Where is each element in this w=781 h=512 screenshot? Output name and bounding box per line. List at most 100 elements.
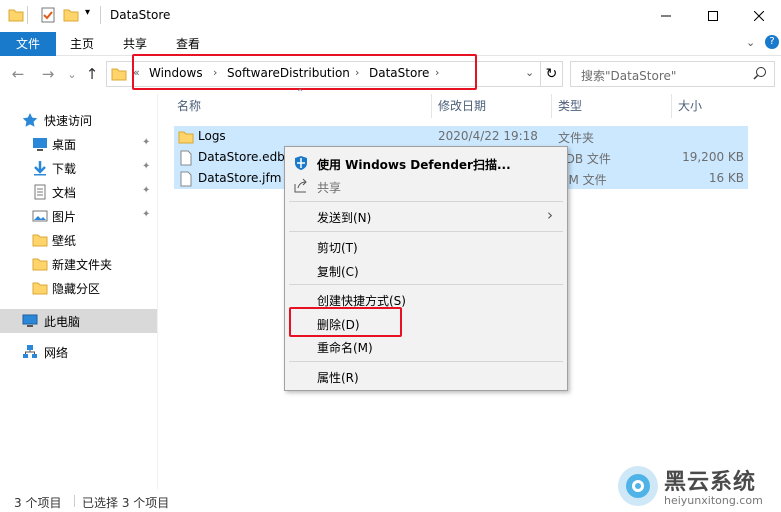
help-icon[interactable]: ? <box>765 35 779 49</box>
menu-item-share[interactable]: 共享 <box>317 179 341 196</box>
folder-icon <box>8 7 24 23</box>
column-header-type[interactable]: 类型 <box>558 94 582 118</box>
watermark-logo-icon <box>618 466 658 506</box>
up-button[interactable]: ↑ <box>82 62 102 86</box>
file-name: DataStore.edb <box>198 150 285 164</box>
delete-highlight-box <box>289 307 402 337</box>
file-icon <box>178 150 194 169</box>
maximize-button[interactable] <box>690 0 736 32</box>
sidebar-item-label: 文档 <box>52 186 77 200</box>
sidebar-item-downloads[interactable]: 下载 ✦ <box>0 156 157 180</box>
sidebar-item-label: 新建文件夹 <box>52 258 113 272</box>
tab-view[interactable]: 查看 <box>164 32 212 56</box>
search-icon[interactable] <box>753 66 767 83</box>
file-date: 2020/4/22 19:18 <box>438 129 538 143</box>
pane-divider <box>157 94 158 489</box>
sidebar-item-quick-access[interactable]: 快速访问 <box>0 108 157 132</box>
computer-icon <box>22 313 38 329</box>
recent-locations-button[interactable]: ⌄ <box>62 62 82 86</box>
download-icon <box>32 160 48 176</box>
tab-file[interactable]: 文件 <box>0 32 56 56</box>
tab-share[interactable]: 共享 <box>111 32 159 56</box>
ribbon-tabs: 文件 主页 共享 查看 ⌄ ? <box>0 32 781 56</box>
column-header-size[interactable]: 大小 <box>678 94 702 118</box>
file-size: 19,200 KB <box>682 150 744 164</box>
search-input[interactable]: 搜索"DataStore" <box>581 67 676 84</box>
menu-separator <box>289 284 563 285</box>
pin-icon: ✦ <box>142 137 151 148</box>
file-type: 文件夹 <box>558 131 595 145</box>
menu-separator <box>289 201 563 202</box>
desktop-icon <box>32 136 48 152</box>
divider <box>27 6 28 24</box>
column-header-date[interactable]: 修改日期 <box>438 94 486 118</box>
folder-icon <box>178 129 194 148</box>
sidebar-item-pictures[interactable]: 图片 ✦ <box>0 204 157 228</box>
sidebar-item-desktop[interactable]: 桌面 ✦ <box>0 132 157 156</box>
item-count: 3 个项目 <box>14 496 62 510</box>
file-name: DataStore.jfm <box>198 171 282 185</box>
file-name: Logs <box>198 129 226 143</box>
address-highlight-box <box>132 54 477 90</box>
context-menu: 使用 Windows Defender扫描... 共享 发送到(N) › 剪切(… <box>284 146 568 391</box>
network-icon <box>22 344 38 360</box>
sidebar-item-documents[interactable]: 文档 ✦ <box>0 180 157 204</box>
pin-icon: ✦ <box>142 161 151 172</box>
column-header-name[interactable]: 名称 <box>177 94 201 118</box>
sidebar-item-network[interactable]: 网络 <box>0 340 157 364</box>
divider <box>100 6 101 24</box>
folder-icon <box>32 256 48 272</box>
column-divider[interactable] <box>551 94 552 118</box>
close-button[interactable] <box>736 0 781 32</box>
new-folder-icon[interactable] <box>63 7 79 23</box>
file-row[interactable]: Logs 2020/4/22 19:18 文件夹 <box>174 126 748 147</box>
document-icon <box>32 184 48 200</box>
forward-button[interactable]: → <box>38 62 58 86</box>
sidebar-item-new-folder[interactable]: 新建文件夹 <box>0 252 157 276</box>
menu-separator <box>289 361 563 362</box>
title-bar: ▾ DataStore <box>0 0 781 32</box>
selection-count: 已选择 3 个项目 <box>82 496 170 510</box>
share-icon <box>293 178 309 197</box>
divider <box>74 495 75 507</box>
sidebar-item-this-pc[interactable]: 此电脑 <box>0 309 157 333</box>
search-box[interactable]: 搜索"DataStore" <box>570 61 775 87</box>
column-divider[interactable] <box>671 94 672 118</box>
defender-icon <box>293 155 309 174</box>
column-divider[interactable] <box>431 94 432 118</box>
watermark-name: 黑云系统 <box>664 470 757 495</box>
sidebar-item-label: 隐藏分区 <box>52 282 101 296</box>
address-dropdown-icon[interactable]: ⌄ <box>525 66 534 79</box>
refresh-button[interactable]: ↻ <box>540 62 562 86</box>
pin-icon: ✦ <box>142 185 151 196</box>
pin-icon: ✦ <box>142 209 151 220</box>
watermark-url: heiyunxitong.com <box>664 494 763 507</box>
back-button[interactable]: ← <box>8 62 28 86</box>
sidebar-item-label: 快速访问 <box>44 114 93 128</box>
sidebar-item-label: 图片 <box>52 210 77 224</box>
chevron-right-icon: › <box>547 206 553 224</box>
menu-item-properties[interactable]: 属性(R) <box>317 369 359 386</box>
folder-icon <box>32 280 48 296</box>
folder-icon <box>111 66 127 82</box>
sidebar-item-hidden-partition[interactable]: 隐藏分区 <box>0 276 157 300</box>
file-size: 16 KB <box>708 171 744 185</box>
menu-item-send-to[interactable]: 发送到(N) <box>317 209 371 226</box>
minimize-button[interactable] <box>643 0 689 32</box>
sidebar-item-label: 下载 <box>52 162 77 176</box>
tab-home[interactable]: 主页 <box>58 32 106 56</box>
ribbon-expand-icon[interactable]: ⌄ <box>746 36 755 49</box>
menu-item-defender-scan[interactable]: 使用 Windows Defender扫描... <box>317 156 511 173</box>
menu-item-copy[interactable]: 复制(C) <box>317 263 359 280</box>
folder-icon <box>32 232 48 248</box>
menu-separator <box>289 231 563 232</box>
menu-item-cut[interactable]: 剪切(T) <box>317 239 358 256</box>
watermark: 黑云系统 heiyunxitong.com <box>600 458 781 512</box>
properties-icon[interactable] <box>40 7 56 23</box>
dropdown-icon[interactable]: ▾ <box>85 7 90 18</box>
sidebar-item-label: 壁纸 <box>52 234 77 248</box>
sidebar-item-wallpaper[interactable]: 壁纸 <box>0 228 157 252</box>
menu-item-rename[interactable]: 重命名(M) <box>317 339 373 356</box>
pictures-icon <box>32 208 48 224</box>
sidebar-item-label: 网络 <box>44 346 69 360</box>
